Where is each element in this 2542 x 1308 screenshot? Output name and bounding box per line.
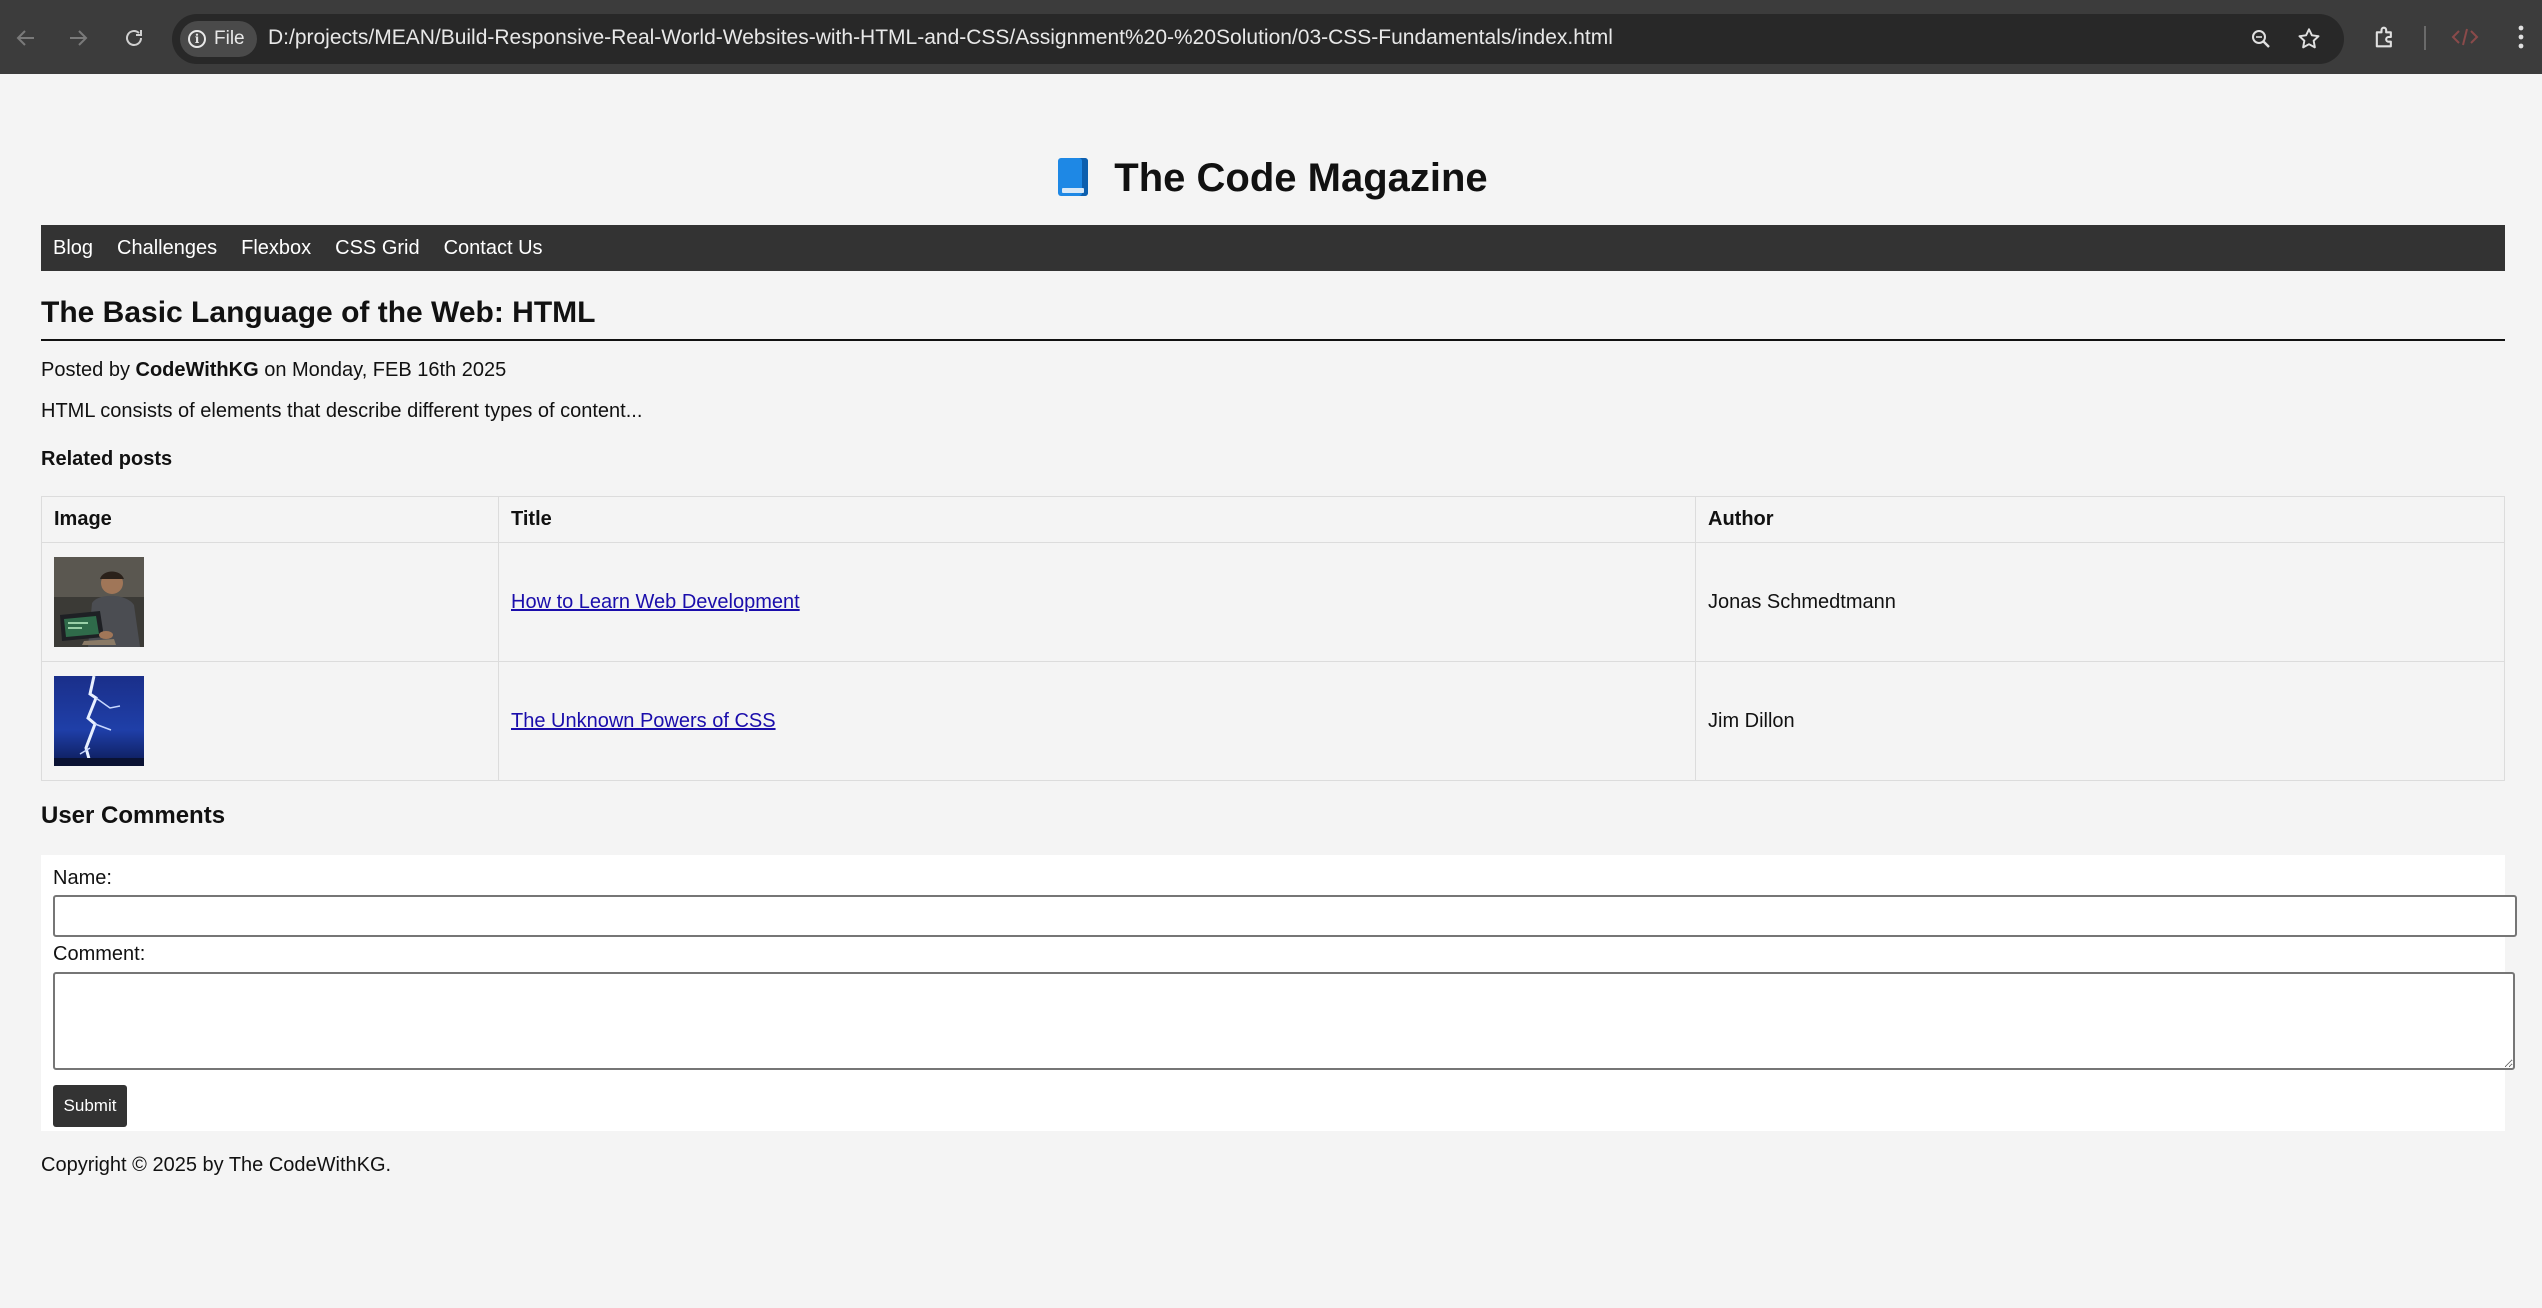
- reload-icon[interactable]: [114, 18, 154, 58]
- table-cell-title: The Unknown Powers of CSS: [498, 661, 1696, 781]
- column-header-author: Author: [1695, 496, 2505, 543]
- devtools-icon[interactable]: [2450, 22, 2480, 52]
- post-excerpt: HTML consists of elements that describe …: [41, 400, 643, 422]
- table-row: The Unknown Powers of CSS Jim Dillon: [41, 661, 2505, 781]
- nav-item-contact-us[interactable]: Contact Us: [444, 237, 543, 260]
- site-info-chip[interactable]: i File: [180, 21, 257, 57]
- nav-item-css-grid[interactable]: CSS Grid: [335, 237, 419, 260]
- extensions-icon[interactable]: [2370, 22, 2400, 52]
- table-row: How to Learn Web Development Jonas Schme…: [41, 542, 2505, 662]
- post-author: CodeWithKG: [135, 359, 259, 381]
- table-cell-author: Jim Dillon: [1695, 661, 2505, 781]
- post-meta: Posted by CodeWithKG on Monday, FEB 16th…: [41, 356, 506, 384]
- site-title: The Code Magazine: [1114, 156, 1488, 200]
- related-post-link[interactable]: The Unknown Powers of CSS: [511, 710, 776, 732]
- related-posts-heading: Related posts: [41, 448, 173, 470]
- related-posts-table: Image Title Author How to Learn Web Deve…: [41, 496, 2505, 781]
- comment-textarea[interactable]: [53, 972, 2515, 1070]
- table-cell-title: How to Learn Web Development: [498, 542, 1696, 662]
- post-title: The Basic Language of the Web: HTML: [41, 293, 2505, 341]
- nav-item-blog[interactable]: Blog: [53, 237, 93, 260]
- related-post-link[interactable]: How to Learn Web Development: [511, 591, 800, 613]
- address-bar[interactable]: i File D:/projects/MEAN/Build-Responsive…: [172, 14, 2344, 64]
- table-cell-author: Jonas Schmedtmann: [1695, 542, 2505, 662]
- toolbar-divider: [2424, 26, 2426, 50]
- star-icon[interactable]: [2296, 26, 2322, 52]
- column-header-image: Image: [41, 496, 499, 543]
- nav-item-challenges[interactable]: Challenges: [117, 237, 217, 260]
- column-header-title: Title: [498, 496, 1696, 543]
- person-coding-laptop-photo: [54, 557, 144, 647]
- forward-arrow-icon[interactable]: [58, 18, 98, 58]
- browser-toolbar: i File D:/projects/MEAN/Build-Responsive…: [0, 0, 2542, 74]
- table-header-row: Image Title Author: [41, 496, 2505, 543]
- more-icon[interactable]: [2506, 22, 2536, 52]
- site-chip-label: File: [214, 28, 245, 49]
- meta-date: on Monday, FEB 16th 2025: [264, 359, 507, 381]
- main-nav: Blog Challenges Flexbox CSS Grid Contact…: [41, 225, 2505, 271]
- back-arrow-icon[interactable]: [6, 18, 46, 58]
- zoom-icon[interactable]: [2248, 26, 2274, 52]
- info-icon: i: [188, 30, 206, 48]
- footer-copyright: Copyright © 2025 by The CodeWithKG.: [41, 1154, 392, 1176]
- nav-item-flexbox[interactable]: Flexbox: [241, 237, 311, 260]
- comment-form: Name: Comment: Submit: [41, 855, 2517, 1131]
- user-comments-heading: User Comments: [41, 802, 226, 829]
- table-cell-image: [41, 542, 499, 662]
- submit-button[interactable]: Submit: [53, 1085, 127, 1127]
- site-header: The Code Magazine: [41, 150, 2505, 206]
- table-cell-image: [41, 661, 499, 781]
- name-input[interactable]: [53, 895, 2517, 937]
- comment-label: Comment:: [53, 943, 146, 965]
- meta-prefix: Posted by: [41, 359, 130, 381]
- lightning-bolt-photo: [54, 676, 144, 766]
- blue-book-icon: [1058, 158, 1089, 196]
- url-text[interactable]: D:/projects/MEAN/Build-Responsive-Real-W…: [268, 26, 1613, 50]
- name-label: Name:: [53, 867, 112, 889]
